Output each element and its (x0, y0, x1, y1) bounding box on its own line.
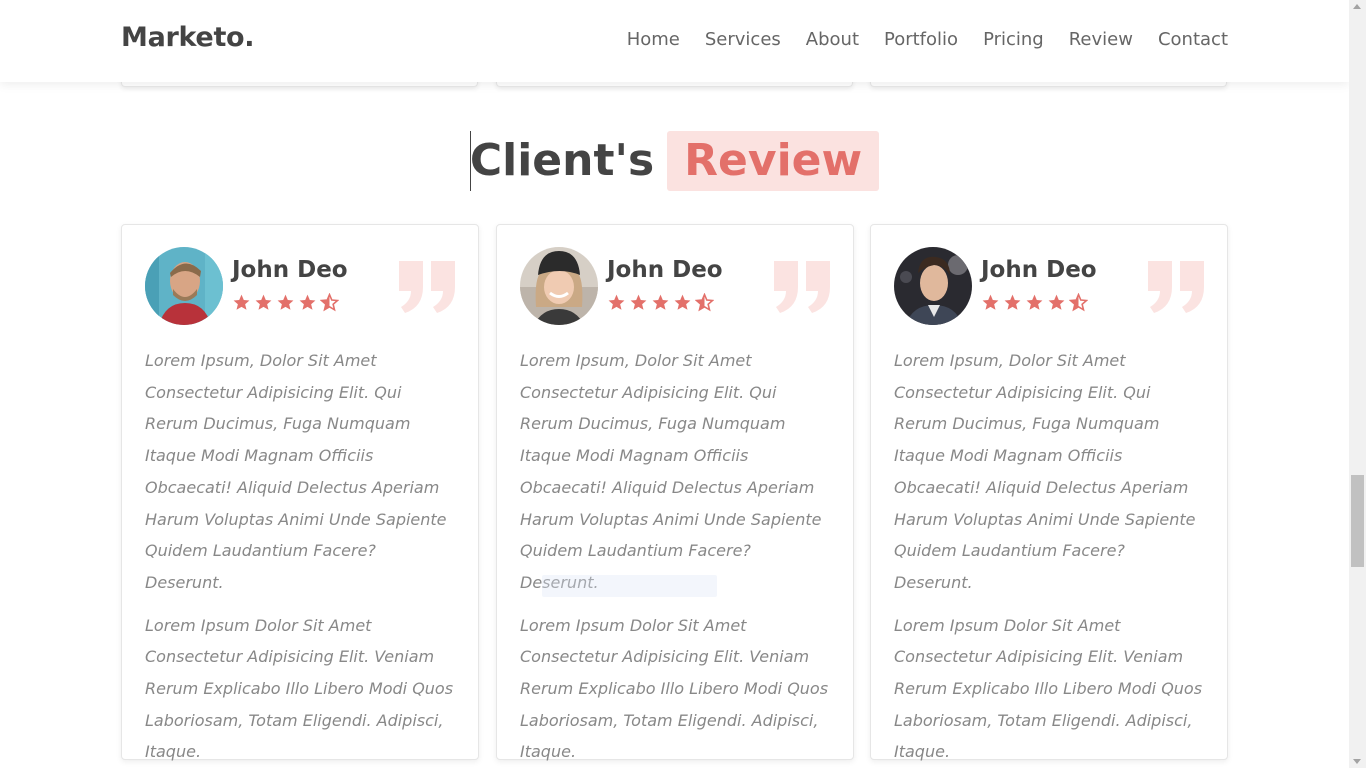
star-icon (255, 294, 272, 310)
star-icon (299, 294, 316, 310)
star-icon (1004, 294, 1021, 310)
review-card-header: John Deo (520, 247, 832, 325)
star-half-icon (1069, 293, 1088, 312)
star-icon (1048, 294, 1065, 310)
star-icon (674, 294, 691, 310)
star-icon (652, 294, 669, 310)
review-paragraph: Lorem Ipsum Dolor Sit Amet Consectetur A… (520, 615, 829, 762)
nav-services[interactable]: Services (705, 29, 781, 50)
review-card: John Deo Lorem Ipsum, Dolor Sit Amet Con… (496, 224, 854, 761)
nav-contact[interactable]: Contact (1158, 29, 1228, 50)
nav-portfolio[interactable]: Portfolio (884, 29, 958, 50)
nav-review[interactable]: Review (1069, 29, 1133, 50)
star-half-icon (695, 293, 714, 312)
avatar (520, 247, 598, 325)
star-icon (608, 294, 625, 310)
scroll-up-arrow-icon[interactable] (1353, 4, 1361, 9)
review-text: Lorem Ipsum, Dolor Sit Amet Consectetur … (520, 345, 832, 768)
reviewer-name: John Deo (232, 257, 348, 283)
nav-about[interactable]: About (806, 29, 859, 50)
heading-main: Client's (469, 135, 655, 186)
watermark-overlay (542, 575, 717, 597)
review-paragraph: Lorem Ipsum, Dolor Sit Amet Consectetur … (520, 351, 822, 592)
review-card-header: John Deo (145, 247, 457, 325)
review-paragraph: Lorem Ipsum Dolor Sit Amet Consectetur A… (145, 615, 454, 762)
scrollbar-thumb[interactable] (1351, 475, 1364, 567)
quote-right-icon (774, 261, 830, 313)
heading-accent: Review (667, 131, 880, 191)
nav-home[interactable]: Home (627, 29, 680, 50)
nav-pricing[interactable]: Pricing (983, 29, 1044, 50)
logo[interactable]: Marketo. (121, 22, 255, 53)
site-header: Marketo. Home Services About Portfolio P… (0, 0, 1349, 82)
reviewer-name: John Deo (981, 257, 1097, 283)
review-paragraph: Lorem Ipsum, Dolor Sit Amet Consectetur … (894, 351, 1196, 592)
star-icon (630, 294, 647, 310)
page-scrollbar[interactable] (1349, 0, 1366, 768)
rating-stars (607, 293, 714, 312)
star-icon (1026, 294, 1043, 310)
review-card: John Deo Lorem Ipsum, Dolor Sit Amet Con… (870, 224, 1228, 761)
main-nav: Home Services About Portfolio Pricing Re… (627, 29, 1228, 50)
review-card-header: John Deo (894, 247, 1206, 325)
review-text: Lorem Ipsum, Dolor Sit Amet Consectetur … (894, 345, 1206, 768)
avatar (894, 247, 972, 325)
rating-stars (981, 293, 1088, 312)
quote-right-icon (399, 261, 455, 313)
rating-stars (232, 293, 339, 312)
text-caret (469, 131, 471, 191)
quote-right-icon (1148, 261, 1204, 313)
review-paragraph: Lorem Ipsum Dolor Sit Amet Consectetur A… (894, 615, 1203, 762)
star-icon (982, 294, 999, 310)
section-heading: Client's Review (0, 131, 1349, 191)
review-cards: John Deo Lorem Ipsum, Dolor Sit Amet Con… (121, 224, 1228, 761)
star-icon (277, 294, 294, 310)
review-text: Lorem Ipsum, Dolor Sit Amet Consectetur … (145, 345, 457, 768)
avatar (145, 247, 223, 325)
star-half-icon (320, 293, 339, 312)
review-paragraph: Lorem Ipsum, Dolor Sit Amet Consectetur … (145, 351, 447, 592)
reviewer-name: John Deo (607, 257, 723, 283)
star-icon (233, 294, 250, 310)
review-card: John Deo Lorem Ipsum, Dolor Sit Amet Con… (121, 224, 479, 761)
scroll-down-arrow-icon[interactable] (1353, 759, 1361, 764)
